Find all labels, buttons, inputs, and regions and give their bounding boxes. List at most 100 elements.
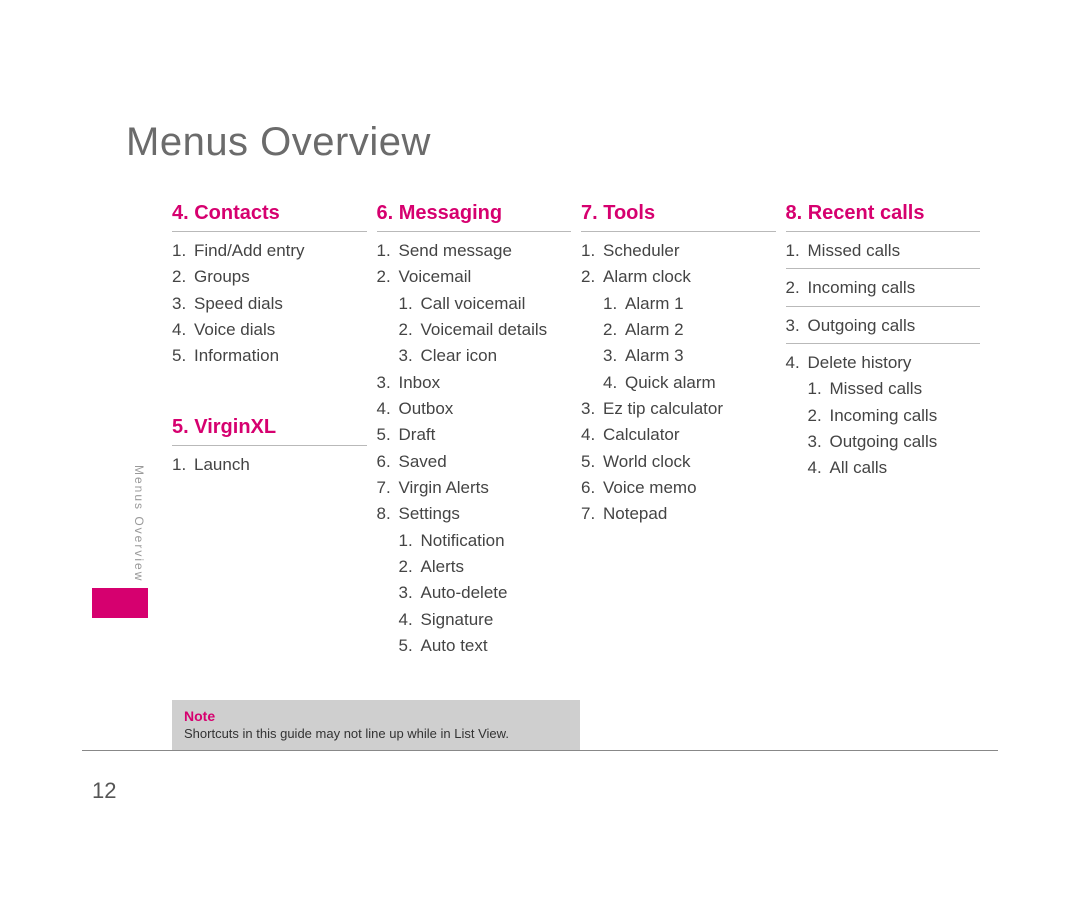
note-box: Note Shortcuts in this guide may not lin… [172,700,580,751]
item-label: Scheduler [603,238,680,264]
item-label: Voice dials [194,317,275,343]
item-label: Missed calls [808,238,901,264]
list-item: 1.Find/Add entry [172,238,367,264]
item-label: Outgoing calls [808,313,916,339]
list-sub-item: 2.Voicemail details [377,317,572,343]
list-item: 6.Voice memo [581,475,776,501]
list-sub-item: 2.Alerts [377,554,572,580]
list-sub-item: 1.Missed calls [786,376,981,402]
list-sub-item: 3.Auto-delete [377,580,572,606]
list-item: 1.Send message [377,238,572,264]
divider [172,445,367,446]
item-label: Call voicemail [421,291,526,317]
list-sub-item: 3.Alarm 3 [581,343,776,369]
list-item: 3.Inbox [377,370,572,396]
list-item: 6.Saved [377,449,572,475]
item-label: Alerts [421,554,464,580]
list-item: 5.Draft [377,422,572,448]
sidebar-accent [92,588,148,618]
item-label: Virgin Alerts [399,475,489,501]
item-label: Saved [399,449,447,475]
footer-rule [82,750,998,751]
col-2: 6. Messaging 1.Send message 2.Voicemail … [377,198,582,660]
list-sub-item: 1.Alarm 1 [581,291,776,317]
list-sub-item: 4.Signature [377,607,572,633]
item-label: Alarm 3 [625,343,684,369]
list-item: 2.Voicemail [377,264,572,290]
list-item: 3.Outgoing calls [786,313,981,339]
list-sub-item: 5.Auto text [377,633,572,659]
item-label: Find/Add entry [194,238,305,264]
item-label: Outgoing calls [830,429,938,455]
item-label: Speed dials [194,291,283,317]
list-item: 2.Incoming calls [786,275,981,301]
list-sub-item: 3.Outgoing calls [786,429,981,455]
sidebar-label: Menus Overview [132,465,146,582]
list-item: 1.Missed calls [786,238,981,264]
item-label: Auto text [421,633,488,659]
item-label: World clock [603,449,691,475]
columns: 4. Contacts 1.Find/Add entry 2.Groups 3.… [172,198,990,660]
list-item: 4.Voice dials [172,317,367,343]
list-item: 1.Launch [172,452,367,478]
item-label: Voicemail details [421,317,548,343]
item-label: Clear icon [421,343,498,369]
divider [786,343,981,344]
section-virginxl-title: 5. VirginXL [172,416,367,439]
section-contacts-title: 4. Contacts [172,202,367,225]
section-messaging-title: 6. Messaging [377,202,572,225]
list-item: 7.Virgin Alerts [377,475,572,501]
page-number: 12 [92,778,116,804]
item-label: Calculator [603,422,680,448]
list-item: 4.Outbox [377,396,572,422]
item-label: Draft [399,422,436,448]
item-label: Auto-delete [421,580,508,606]
item-label: Groups [194,264,250,290]
list-item: 8.Settings [377,501,572,527]
item-label: Notepad [603,501,667,527]
item-label: Information [194,343,279,369]
item-label: Missed calls [830,376,923,402]
list-sub-item: 4.All calls [786,455,981,481]
list-item: 2.Groups [172,264,367,290]
list-sub-item: 1.Call voicemail [377,291,572,317]
item-label: Notification [421,528,505,554]
divider [172,231,367,232]
list-sub-item: 4.Quick alarm [581,370,776,396]
list-sub-item: 2.Incoming calls [786,403,981,429]
list-item: 3.Ez tip calculator [581,396,776,422]
list-item: 3.Speed dials [172,291,367,317]
note-text: Shortcuts in this guide may not line up … [184,726,568,741]
note-label: Note [184,708,568,724]
item-label: Alarm 1 [625,291,684,317]
item-label: Signature [421,607,494,633]
divider [581,231,776,232]
list-item: 7.Notepad [581,501,776,527]
col-1: 4. Contacts 1.Find/Add entry 2.Groups 3.… [172,198,377,660]
list-item: 2.Alarm clock [581,264,776,290]
list-item: 4.Calculator [581,422,776,448]
divider [786,268,981,269]
item-label: Voice memo [603,475,697,501]
section-recentcalls-title: 8. Recent calls [786,202,981,225]
item-label: Launch [194,452,250,478]
item-label: Incoming calls [830,403,938,429]
list-item: 5.World clock [581,449,776,475]
item-label: All calls [830,455,888,481]
col-4: 8. Recent calls 1.Missed calls 2.Incomin… [786,198,991,660]
item-label: Incoming calls [808,275,916,301]
item-label: Ez tip calculator [603,396,723,422]
item-label: Send message [399,238,512,264]
divider [377,231,572,232]
item-label: Delete history [808,350,912,376]
page-title: Menus Overview [126,120,431,165]
item-label: Outbox [399,396,454,422]
list-item: 4.Delete history [786,350,981,376]
col-3: 7. Tools 1.Scheduler 2.Alarm clock 1.Ala… [581,198,786,660]
item-label: Voicemail [399,264,472,290]
item-label: Inbox [399,370,441,396]
list-sub-item: 2.Alarm 2 [581,317,776,343]
list-item: 1.Scheduler [581,238,776,264]
divider [786,306,981,307]
list-sub-item: 1.Notification [377,528,572,554]
